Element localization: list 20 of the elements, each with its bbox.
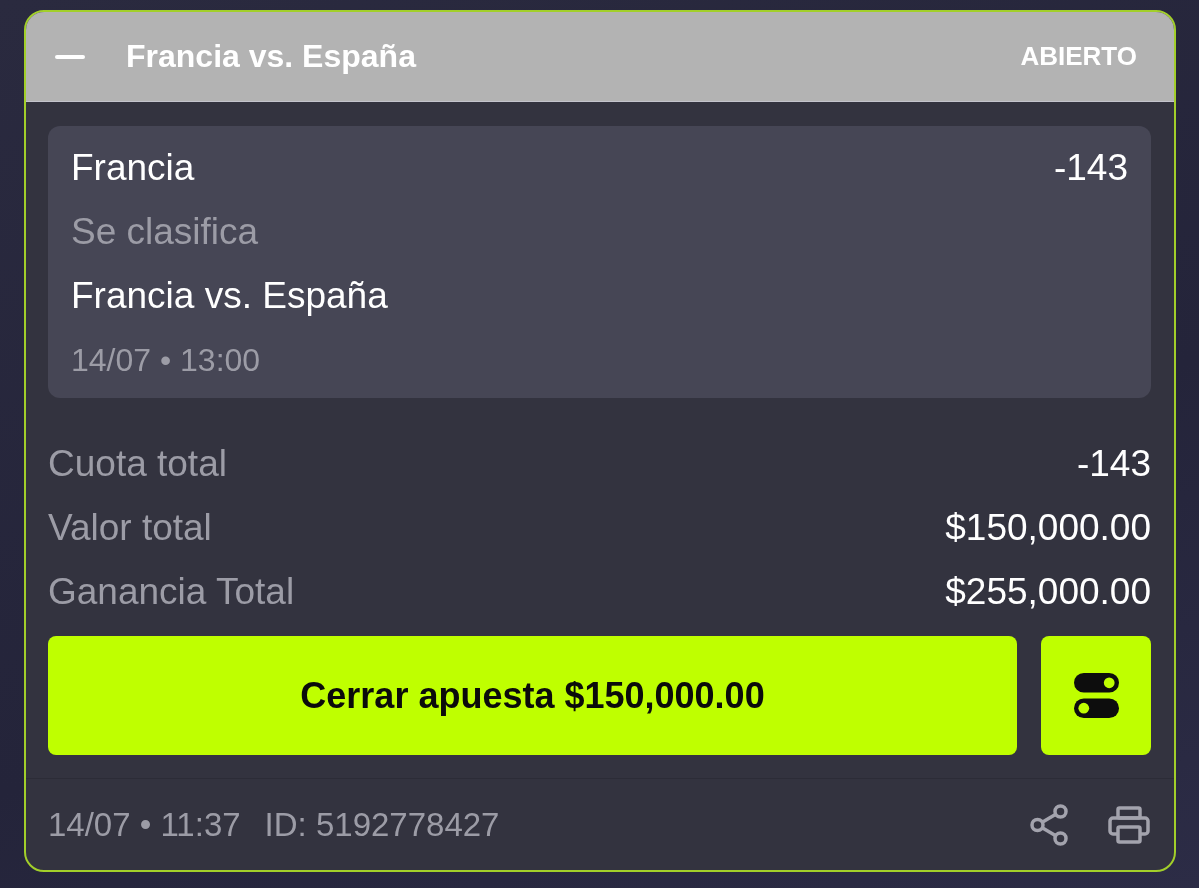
share-icon[interactable] [1030, 803, 1068, 846]
event-name: Francia vs. España [71, 275, 388, 317]
summary-label: Valor total [48, 507, 212, 549]
options-button[interactable] [1041, 636, 1151, 755]
summary-value: -143 [1076, 443, 1151, 485]
event-date: 14/07 • 13:00 [71, 341, 261, 379]
summary-value: $255,000.00 [945, 571, 1151, 613]
placed-time: 14/07 • 11:37 [48, 805, 241, 844]
market-name: Se clasifica [71, 211, 259, 253]
bet-title: Francia vs. España [126, 38, 416, 75]
summary-label: Ganancia Total [48, 571, 295, 613]
cash-out-button[interactable]: Cerrar apuesta $150,000.00 [48, 636, 1017, 755]
status-label: ABIERTO [1020, 41, 1137, 72]
summary-value: $150,000.00 [945, 507, 1151, 549]
print-icon[interactable] [1108, 805, 1150, 844]
team-name: Francia [71, 147, 195, 189]
odds-value: -143 [1053, 147, 1128, 189]
summary-label: Cuota total [48, 443, 227, 485]
toggles-icon [1073, 673, 1119, 718]
bet-id: ID: 5192778427 [264, 805, 500, 844]
